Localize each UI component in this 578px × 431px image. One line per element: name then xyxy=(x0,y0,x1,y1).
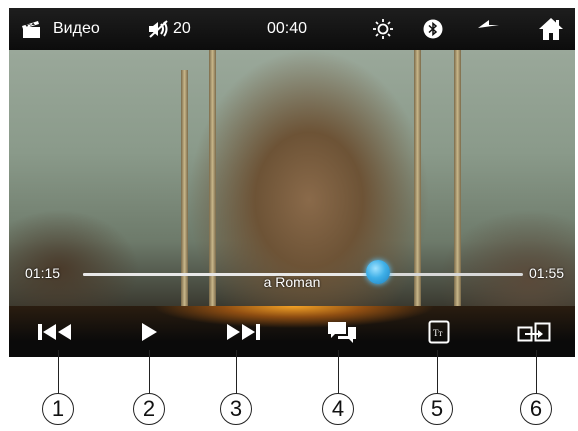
clock: 00:40 xyxy=(267,20,308,37)
text-size-icon: Tт xyxy=(428,320,450,344)
background-spear xyxy=(414,50,421,306)
callout-line xyxy=(437,350,438,394)
callout-line xyxy=(536,350,537,394)
callout-line xyxy=(338,350,339,394)
svg-text:Tт: Tт xyxy=(433,328,442,338)
callout-number: 2 xyxy=(133,393,165,425)
video-frame[interactable]: 01:15 01:55 a Roman xyxy=(9,50,575,306)
play-icon xyxy=(140,322,158,342)
status-bar: Видео 20 00:40 xyxy=(9,8,575,50)
background-spear xyxy=(209,50,216,306)
callout-line xyxy=(236,350,237,394)
previous-button[interactable] xyxy=(25,306,85,357)
video-clapper-icon xyxy=(21,8,43,50)
subtitles-button[interactable] xyxy=(312,306,372,357)
subtitle-text: a Roman xyxy=(263,274,321,290)
output-switch-icon xyxy=(517,321,551,343)
callout-number: 3 xyxy=(220,393,252,425)
output-switch-button[interactable] xyxy=(504,306,564,357)
home-icon[interactable] xyxy=(538,8,564,50)
background-spear xyxy=(181,70,188,306)
next-button[interactable] xyxy=(213,306,273,357)
volume-muted-icon[interactable] xyxy=(147,8,173,50)
previous-icon xyxy=(38,323,72,341)
callout-line xyxy=(149,350,150,394)
brightness-icon[interactable] xyxy=(372,8,394,50)
volume-level: 20 xyxy=(173,20,191,37)
background-spear xyxy=(454,50,461,306)
back-icon[interactable] xyxy=(477,8,507,50)
subtitles-icon xyxy=(326,320,358,344)
bluetooth-icon[interactable] xyxy=(423,8,443,50)
callout-number: 6 xyxy=(520,393,552,425)
callout-number: 4 xyxy=(322,393,354,425)
callout-line xyxy=(58,350,59,394)
text-size-button[interactable]: Tт xyxy=(409,306,469,357)
player-screen: Видео 20 00:40 01:15 01:55 a Roman Tт xyxy=(9,8,575,357)
callout-number: 5 xyxy=(421,393,453,425)
callout-number: 1 xyxy=(42,393,74,425)
control-bar: Tт xyxy=(9,306,575,357)
next-icon xyxy=(226,323,260,341)
app-title: Видео xyxy=(53,20,100,37)
